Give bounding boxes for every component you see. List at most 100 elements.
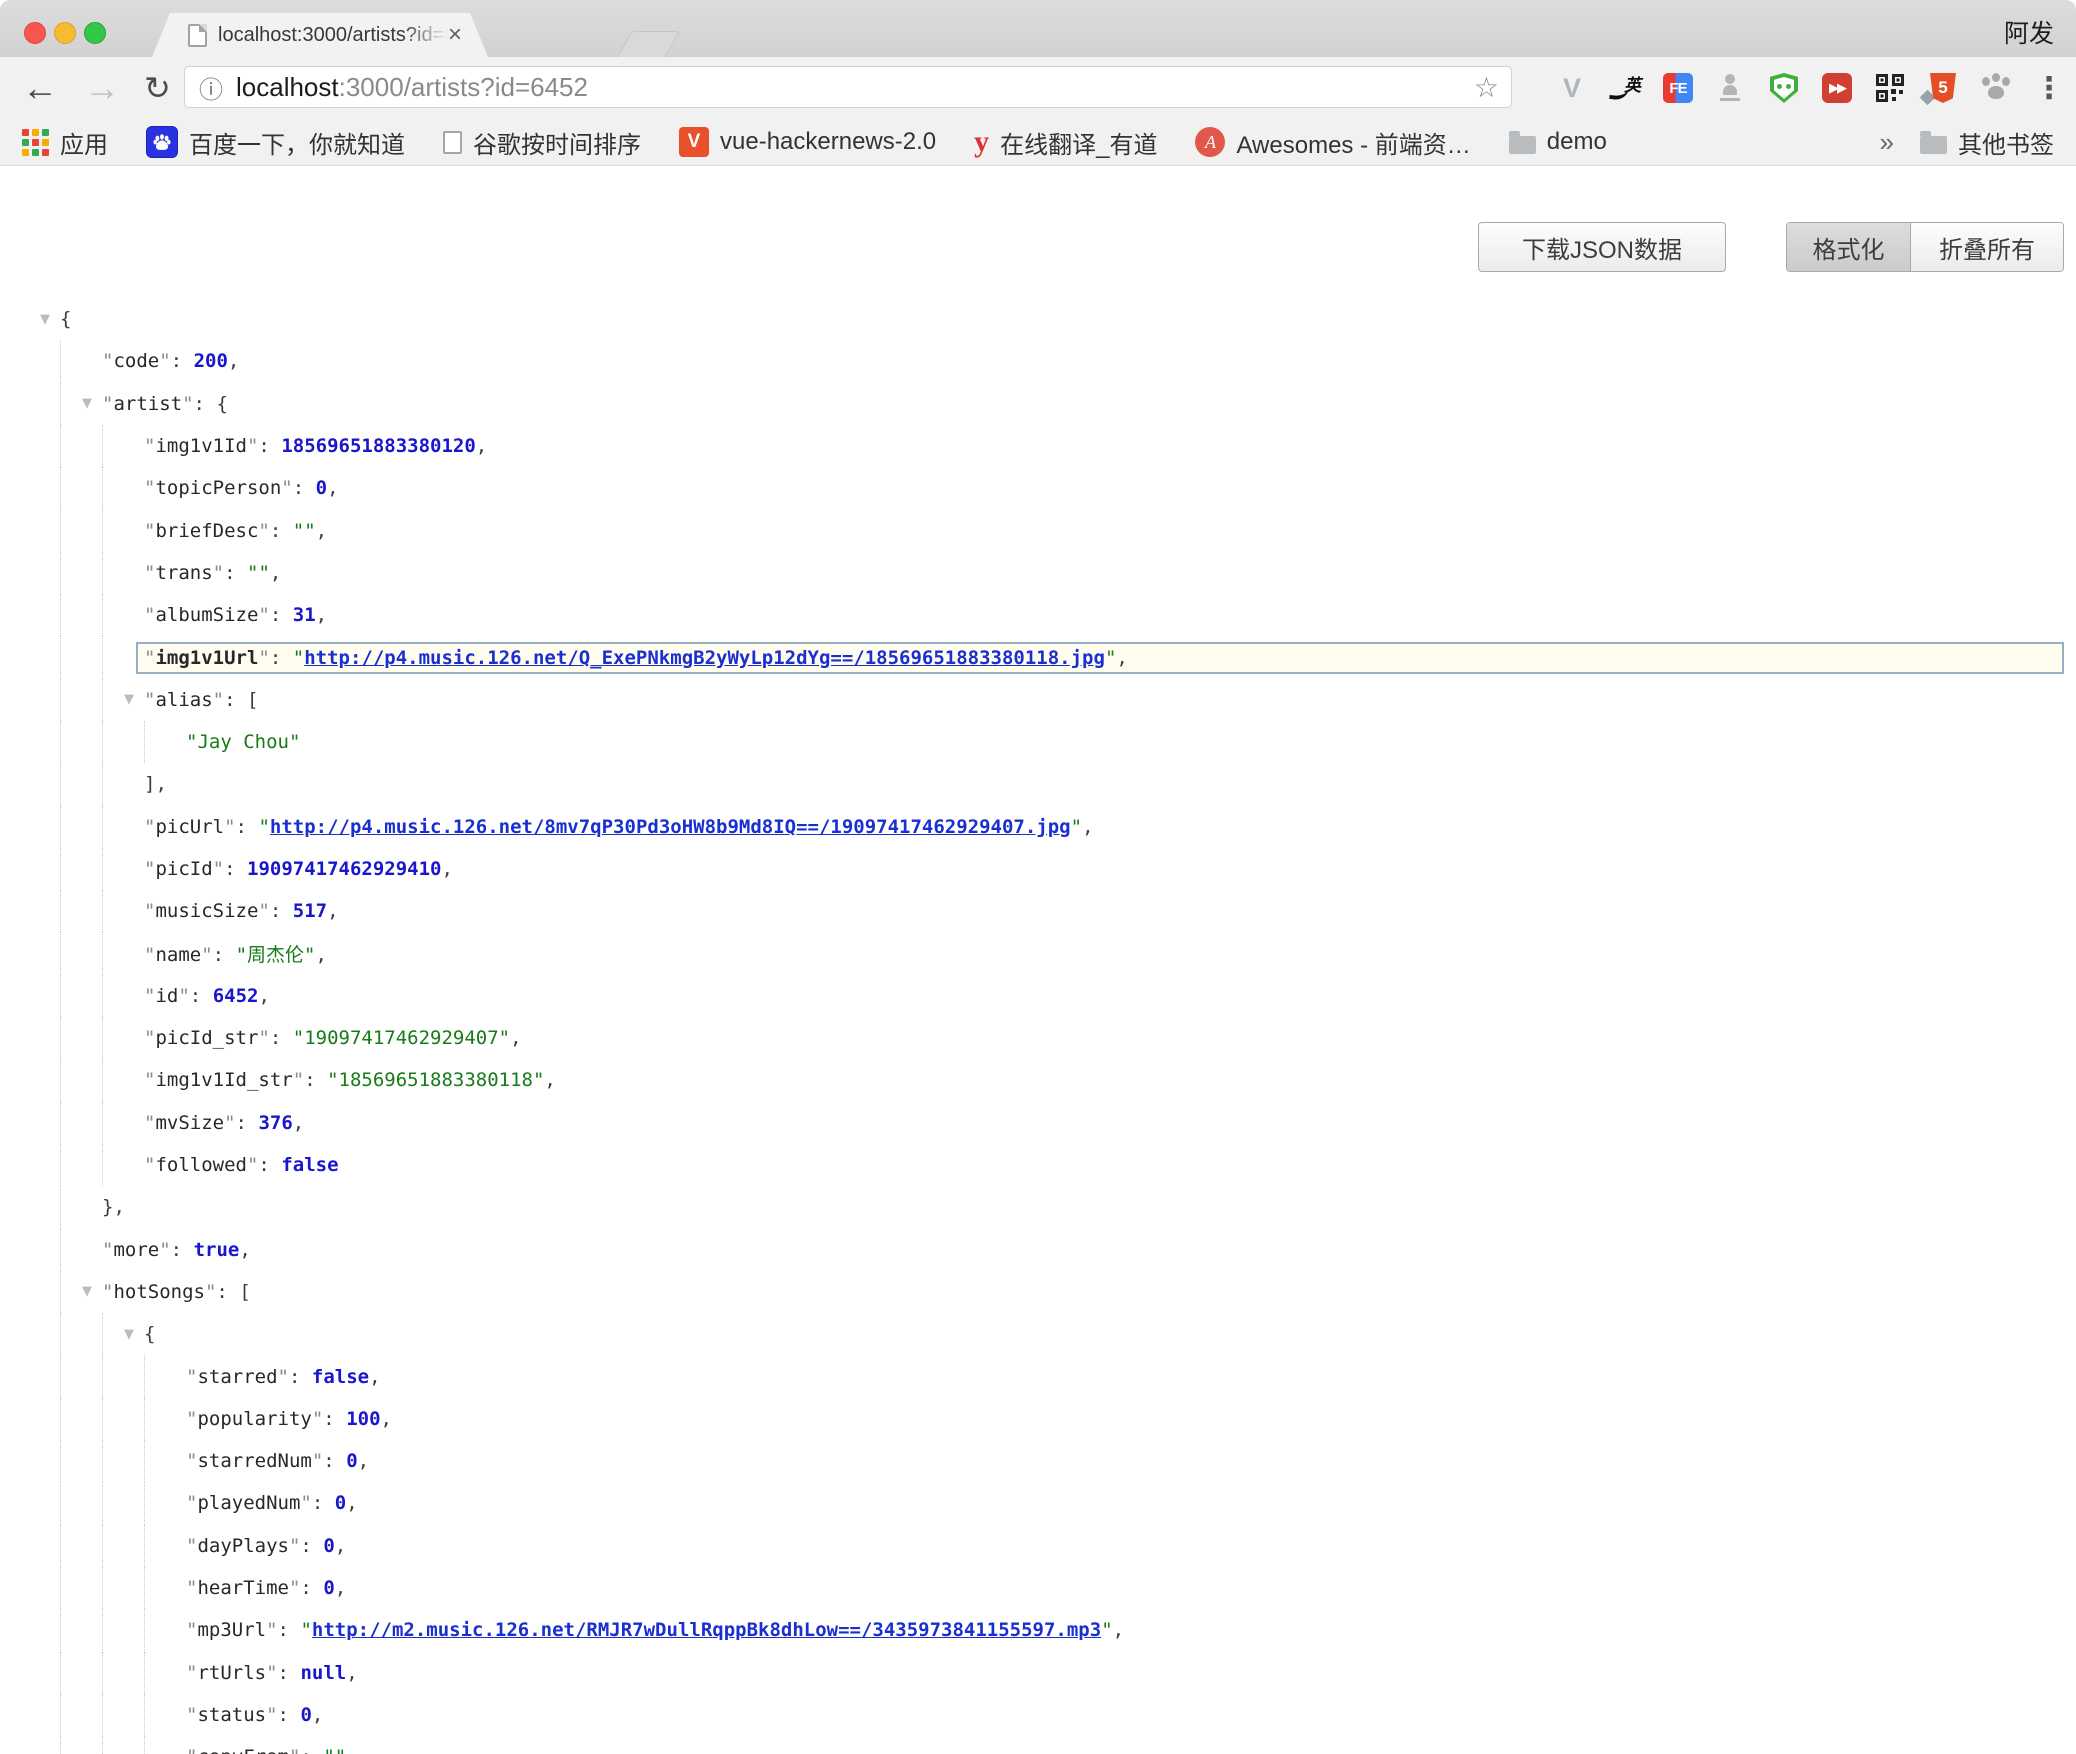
json-string: "" bbox=[247, 562, 270, 584]
json-row: "mvSize": 376, bbox=[60, 1102, 2076, 1144]
indent-guide bbox=[102, 1525, 144, 1567]
tampermonkey-icon[interactable] bbox=[1769, 73, 1799, 103]
json-key: status bbox=[197, 1704, 266, 1726]
site-info-icon[interactable]: ⓘ bbox=[199, 70, 223, 105]
translate-extension-icon[interactable]: 英 bbox=[1610, 73, 1640, 103]
collapse-arrow-icon[interactable]: ▼ bbox=[114, 1327, 144, 1342]
format-button-group: 格式化 折叠所有 bbox=[1786, 222, 2064, 272]
indent-guide bbox=[144, 1440, 186, 1482]
json-keyword: false bbox=[281, 1154, 338, 1176]
json-number: 6452 bbox=[213, 985, 259, 1007]
indent-guide bbox=[144, 1567, 186, 1609]
json-link[interactable]: http://p4.music.126.net/8mv7qP30Pd3oHW8b… bbox=[270, 816, 1071, 838]
person-extension-icon[interactable] bbox=[1716, 73, 1746, 103]
bookmark-youdao-translate[interactable]: y 在线翻译_有道 bbox=[974, 125, 1157, 160]
json-row: "starredNum": 0, bbox=[60, 1440, 2076, 1482]
indent-guide bbox=[60, 1736, 102, 1754]
address-bar[interactable]: ⓘ localhost:3000/artists?id=6452 ☆ bbox=[184, 66, 1512, 108]
bookmark-apps[interactable]: 应用 bbox=[22, 125, 108, 160]
collapse-arrow-icon[interactable]: ▼ bbox=[30, 312, 60, 327]
json-key: topicPerson bbox=[155, 477, 281, 499]
json-string: "Jay Chou" bbox=[186, 731, 300, 753]
json-key: hearTime bbox=[197, 1577, 289, 1599]
bookmark-vue-hackernews[interactable]: V vue-hackernews-2.0 bbox=[679, 127, 936, 157]
json-row-content: "starred": false, bbox=[186, 1366, 381, 1388]
reload-icon[interactable]: ↻ bbox=[144, 57, 171, 119]
indent-guide bbox=[102, 721, 144, 763]
json-key: trans bbox=[155, 562, 212, 584]
json-row-content: "followed": false bbox=[144, 1154, 339, 1176]
indent-guide bbox=[102, 1398, 144, 1440]
json-row-content: "img1v1Id_str": "18569651883380118", bbox=[144, 1069, 556, 1091]
video-speed-icon[interactable]: ▶▶ bbox=[1822, 73, 1852, 103]
json-row-content: { bbox=[60, 308, 71, 330]
collapse-arrow-icon[interactable]: ▼ bbox=[72, 1284, 102, 1299]
html5-extension-icon[interactable]: 5 bbox=[1928, 73, 1958, 103]
vue-icon: V bbox=[679, 127, 709, 157]
paw-extension-icon[interactable] bbox=[1981, 73, 2011, 103]
indent-guide bbox=[144, 1652, 186, 1694]
bookmark-demo-folder[interactable]: demo bbox=[1509, 128, 1607, 156]
download-json-button[interactable]: 下载JSON数据 bbox=[1478, 222, 1726, 272]
tab-close-icon[interactable]: × bbox=[448, 23, 462, 47]
json-row-content: "mvSize": 376, bbox=[144, 1112, 304, 1134]
json-number: 0 bbox=[346, 1450, 357, 1472]
new-tab-button[interactable] bbox=[616, 31, 680, 59]
json-key: followed bbox=[155, 1154, 247, 1176]
json-bracket-open: [ bbox=[247, 689, 258, 711]
fe-extension-icon[interactable]: FE bbox=[1663, 73, 1693, 103]
json-row-content: "status": 0, bbox=[186, 1704, 323, 1726]
json-link[interactable]: http://p4.music.126.net/Q_ExePNkmgB2yWyL… bbox=[304, 647, 1105, 669]
json-key: hotSongs bbox=[113, 1281, 205, 1303]
other-bookmarks[interactable]: 其他书签 bbox=[1920, 125, 2054, 160]
json-row: "followed": false bbox=[60, 1144, 2076, 1186]
json-key: musicSize bbox=[155, 900, 258, 922]
minimize-window-button[interactable] bbox=[54, 22, 76, 44]
indent-guide bbox=[60, 594, 102, 636]
json-row-content: "rtUrls": null, bbox=[186, 1662, 358, 1684]
browser-window: localhost:3000/artists?id=645 × 阿发 ← → ↻… bbox=[0, 0, 2076, 1754]
indent-guide bbox=[102, 932, 144, 974]
bookmark-star-icon[interactable]: ☆ bbox=[1474, 71, 1499, 104]
json-row-content: "code": 200, bbox=[102, 350, 239, 372]
page-favicon-icon bbox=[188, 24, 207, 47]
json-link[interactable]: http://m2.music.126.net/RMJR7wDullRqppBk… bbox=[312, 1619, 1101, 1641]
json-number: 376 bbox=[258, 1112, 292, 1134]
chrome-menu-icon[interactable]: ⋮ bbox=[2034, 73, 2064, 103]
folder-icon bbox=[1920, 136, 1947, 154]
json-row: ▼"artist": { bbox=[60, 383, 2076, 425]
bookmark-google-sort[interactable]: 谷歌按时间排序 bbox=[443, 125, 641, 160]
collapse-arrow-icon[interactable]: ▼ bbox=[72, 396, 102, 411]
bookmark-awesomes[interactable]: A Awesomes - 前端资… bbox=[1195, 125, 1470, 160]
json-row-highlighted: "img1v1Url": "http://p4.music.126.net/Q_… bbox=[136, 642, 2064, 674]
bookmarks-overflow-icon[interactable]: » bbox=[1880, 127, 1894, 158]
json-row-content: "Jay Chou" bbox=[186, 731, 300, 753]
json-row-content: "playedNum": 0, bbox=[186, 1492, 358, 1514]
qr-code-icon[interactable] bbox=[1875, 73, 1905, 103]
forward-icon: → bbox=[84, 57, 120, 119]
json-row: ▼"alias": [ bbox=[60, 679, 2076, 721]
indent-guide bbox=[60, 1609, 102, 1651]
vue-devtools-icon[interactable]: V bbox=[1557, 73, 1587, 103]
bookmark-baidu[interactable]: 百度一下，你就知道 bbox=[146, 125, 405, 160]
page-content: 下载JSON数据 格式化 折叠所有 ▼{"code": 200,▼"artist… bbox=[0, 166, 2076, 1754]
json-row: "topicPerson": 0, bbox=[60, 467, 2076, 509]
collapse-all-button[interactable]: 折叠所有 bbox=[1911, 223, 2063, 271]
json-row: "picId": 19097417462929410, bbox=[60, 848, 2076, 890]
profile-name[interactable]: 阿发 bbox=[2004, 14, 2054, 50]
json-row: "Jay Chou" bbox=[60, 721, 2076, 763]
indent-guide bbox=[102, 806, 144, 848]
awesomes-icon: A bbox=[1195, 127, 1225, 157]
indent-guide bbox=[102, 1567, 144, 1609]
indent-guide bbox=[102, 1482, 144, 1524]
close-window-button[interactable] bbox=[24, 22, 46, 44]
collapse-arrow-icon[interactable]: ▼ bbox=[114, 692, 144, 707]
url-text[interactable]: localhost:3000/artists?id=6452 bbox=[236, 72, 1464, 103]
json-key: starredNum bbox=[197, 1450, 311, 1472]
back-icon[interactable]: ← bbox=[22, 57, 58, 119]
indent-guide bbox=[102, 1144, 144, 1186]
active-tab[interactable]: localhost:3000/artists?id=645 × bbox=[152, 13, 488, 57]
tab-strip: localhost:3000/artists?id=645 × 阿发 bbox=[0, 0, 2076, 57]
format-button[interactable]: 格式化 bbox=[1787, 223, 1911, 271]
zoom-window-button[interactable] bbox=[84, 22, 106, 44]
